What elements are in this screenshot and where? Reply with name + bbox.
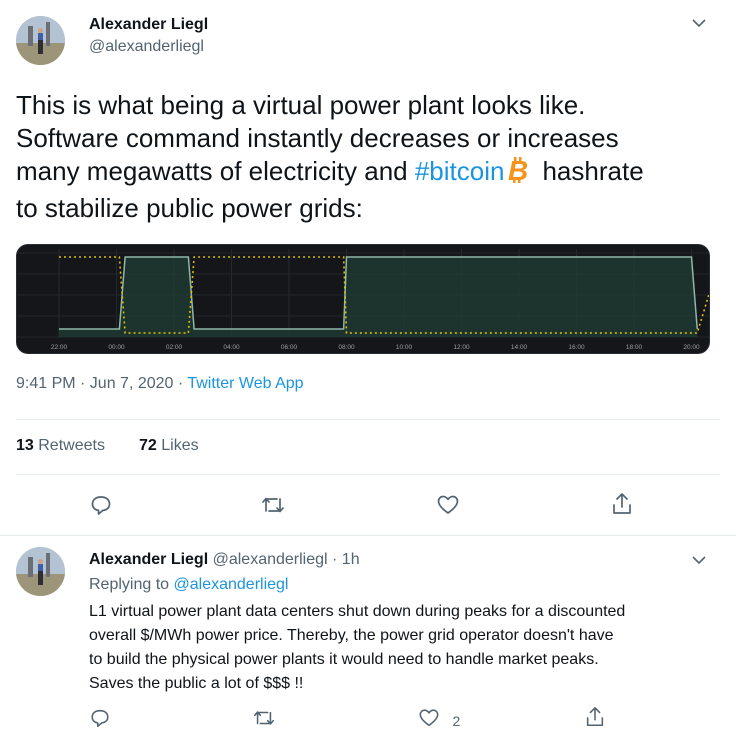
- tweet-timestamp[interactable]: 9:41 PM · Jun 7, 2020 ·: [16, 375, 187, 392]
- retweets-count: 13: [16, 437, 34, 454]
- x-tick-label: 22:00: [51, 344, 68, 351]
- tweet-text: This is what being a virtual power plant…: [16, 89, 726, 225]
- likes-label: Likes: [161, 437, 199, 454]
- share-icon[interactable]: [584, 705, 606, 734]
- reply-line: overall $/MWh power price. Thereby, the …: [89, 627, 614, 644]
- x-tick-label: 06:00: [281, 344, 298, 351]
- chart-svg: 22:00 00:00 02:00 04:00 06:00 08:00 10:00 12:00…: [17, 249, 709, 351]
- x-tick-label: 16:00: [568, 344, 585, 351]
- like-count: 2: [452, 712, 461, 729]
- retweets-stat[interactable]: 13 Retweets: [16, 437, 105, 455]
- tweet-media-chart[interactable]: 22:00 00:00 02:00 04:00 06:00 08:00 10:00 12:00…: [16, 244, 710, 354]
- reply-icon[interactable]: [89, 493, 113, 522]
- like-button[interactable]: 2: [418, 707, 460, 734]
- x-tick-label: 04:00: [223, 344, 240, 351]
- reply-author-avatar[interactable]: [16, 547, 65, 596]
- divider: [0, 535, 736, 536]
- retweets-label: Retweets: [38, 437, 105, 454]
- x-tick-label: 12:00: [453, 344, 470, 351]
- x-tick-label: 00:00: [108, 344, 125, 351]
- tweet-line: to stabilize public power grids:: [16, 193, 363, 223]
- divider: [16, 419, 720, 420]
- x-tick-label: 18:00: [626, 344, 643, 351]
- replying-to-link[interactable]: @alexanderliegl: [174, 576, 289, 593]
- bitcoin-icon: B: [506, 155, 530, 192]
- reply-line: L1 virtual power plant data centers shut…: [89, 603, 626, 620]
- hashtag-link[interactable]: #bitcoin: [415, 156, 505, 186]
- tweet-source-link[interactable]: Twitter Web App: [187, 375, 303, 392]
- avatar-photo: [16, 16, 65, 65]
- reply-text: L1 virtual power plant data centers shut…: [89, 600, 729, 696]
- heart-icon: [418, 707, 440, 734]
- author-handle[interactable]: @alexanderliegl: [89, 38, 204, 56]
- reply-author-name[interactable]: Alexander Liegl: [89, 551, 208, 568]
- reply-author-handle[interactable]: @alexanderliegl · 1h: [213, 551, 360, 568]
- retweet-icon[interactable]: [252, 707, 276, 734]
- tweet-line-part: hashrate: [542, 156, 644, 186]
- replying-to-prefix: Replying to: [89, 576, 174, 593]
- tweet-line: This is what being a virtual power plant…: [16, 90, 586, 120]
- retweet-icon[interactable]: [260, 493, 286, 522]
- reply-header: Alexander Liegl @alexanderliegl · 1h: [89, 551, 360, 569]
- avatar-photo: [16, 547, 65, 596]
- likes-count: 72: [139, 437, 157, 454]
- x-tick-label: 02:00: [166, 344, 183, 351]
- tweet-line: many megawatts of electricity and #bitco…: [16, 155, 726, 192]
- author-name[interactable]: Alexander Liegl: [89, 16, 208, 34]
- x-tick-label: 14:00: [511, 344, 528, 351]
- likes-stat[interactable]: 72 Likes: [139, 437, 199, 455]
- reply-line: to build the physical power plants it wo…: [89, 651, 599, 668]
- tweet-timestamp-line: 9:41 PM · Jun 7, 2020 · Twitter Web App: [16, 375, 304, 393]
- share-icon[interactable]: [610, 491, 634, 522]
- x-tick-label: 10:00: [396, 344, 413, 351]
- chevron-down-icon[interactable]: [690, 14, 708, 35]
- author-avatar[interactable]: [16, 16, 65, 65]
- tweet-line-part: many megawatts of electricity and: [16, 156, 415, 186]
- tweet-line: Software command instantly decreases or …: [16, 123, 619, 153]
- series-area: [59, 257, 698, 337]
- x-tick-label: 08:00: [338, 344, 355, 351]
- reply-icon[interactable]: [89, 707, 111, 734]
- divider: [16, 474, 720, 475]
- chevron-down-icon[interactable]: [690, 551, 708, 572]
- reply-line: Saves the public a lot of $$$ !!: [89, 675, 304, 692]
- replying-to: Replying to @alexanderliegl: [89, 576, 288, 594]
- x-tick-label: 20:00: [683, 344, 700, 351]
- heart-icon[interactable]: [436, 493, 460, 522]
